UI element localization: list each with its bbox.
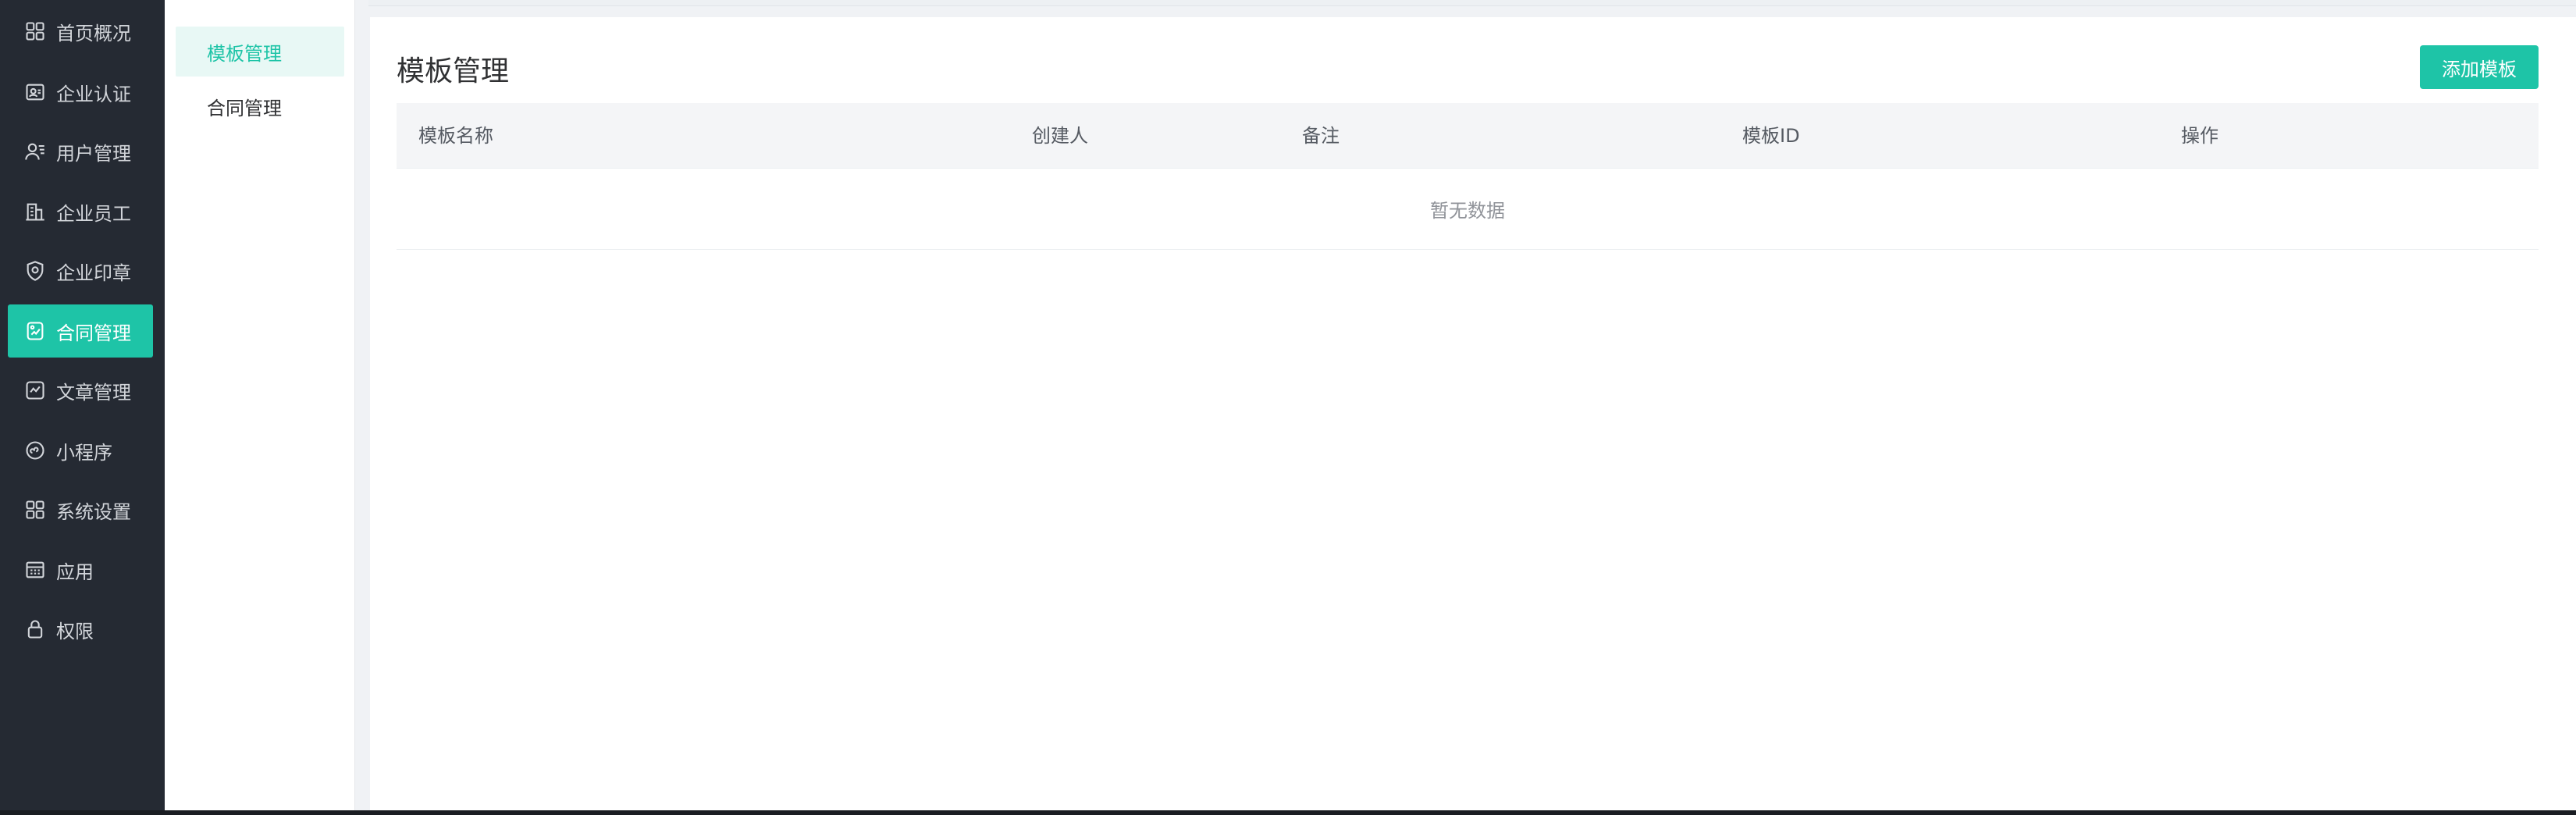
sidebar-item-label: 权限: [56, 620, 94, 642]
dashboard-icon: [23, 20, 47, 43]
sidebar-item-label: 企业印章: [56, 262, 131, 284]
mini-program-icon: [23, 439, 47, 462]
secondary-menu: 模板管理 合同管理: [165, 0, 355, 810]
article-icon: [23, 379, 47, 402]
sidebar-item-system-settings[interactable]: 系统设置: [8, 483, 153, 536]
sidebar-item-apps[interactable]: 应用: [8, 543, 153, 596]
sidebar-item-label: 文章管理: [56, 381, 131, 404]
column-header-template-id[interactable]: 模板ID: [1742, 103, 1800, 169]
id-card-icon: [23, 80, 47, 104]
table-empty-state: 暂无数据: [397, 169, 2539, 250]
window-bottom-edge: [0, 810, 2576, 815]
contract-icon: [23, 319, 47, 343]
sidebar-item-label: 小程序: [56, 441, 112, 464]
sidebar-item-label: 用户管理: [56, 142, 131, 165]
column-header-remark[interactable]: 备注: [1302, 103, 1340, 169]
sidebar-item-label: 系统设置: [56, 500, 131, 523]
sidebar-item-label: 首页概况: [56, 22, 131, 44]
sidebar-item-enterprise-auth[interactable]: 企业认证: [8, 66, 153, 119]
user-list-icon: [23, 140, 47, 163]
sidebar-item-articles[interactable]: 文章管理: [8, 364, 153, 417]
sidebar-item-label: 企业员工: [56, 202, 131, 225]
lock-icon: [23, 617, 47, 641]
sidebar-item-label: 企业认证: [56, 83, 131, 105]
main-panel: 模板管理 添加模板 模板名称 创建人 备注 模板ID 操作 暂无数据: [370, 17, 2576, 810]
add-template-button[interactable]: 添加模板: [2420, 45, 2539, 89]
sidebar-item-contracts[interactable]: 合同管理: [8, 304, 153, 358]
sidebar-item-mini-program[interactable]: 小程序: [8, 424, 153, 477]
column-header-creator[interactable]: 创建人: [1032, 103, 1088, 169]
shield-stamp-icon: [23, 259, 47, 283]
empty-text: 暂无数据: [1430, 200, 1505, 222]
sidebar-item-employees[interactable]: 企业员工: [8, 185, 153, 238]
top-bar: [368, 0, 2576, 6]
column-header-template-name[interactable]: 模板名称: [418, 103, 493, 169]
submenu-item-template-management[interactable]: 模板管理: [176, 27, 344, 77]
template-table: 模板名称 创建人 备注 模板ID 操作 暂无数据: [397, 103, 2539, 250]
apps-icon: [23, 558, 47, 582]
submenu-item-label: 合同管理: [207, 97, 282, 119]
sidebar-item-label: 应用: [56, 561, 94, 583]
grid-settings-icon: [23, 498, 47, 521]
page-title: 模板管理: [397, 55, 510, 87]
sidebar-item-seal[interactable]: 企业印章: [8, 244, 153, 297]
column-header-actions[interactable]: 操作: [2181, 103, 2218, 169]
sidebar-item-dashboard[interactable]: 首页概况: [8, 5, 153, 58]
app-root: 首页概况 企业认证 用户管理 企业员工 企业印章 合同管理 文章管理 小程序 系…: [0, 0, 2576, 815]
sidebar-item-user-management[interactable]: 用户管理: [8, 125, 153, 178]
table-header: 模板名称 创建人 备注 模板ID 操作: [397, 103, 2539, 169]
sidebar-item-label: 合同管理: [56, 322, 131, 344]
primary-sidebar: 首页概况 企业认证 用户管理 企业员工 企业印章 合同管理 文章管理 小程序 系…: [0, 0, 165, 810]
submenu-item-contract-management[interactable]: 合同管理: [176, 81, 344, 131]
content-gutter: [355, 0, 368, 810]
building-icon: [23, 200, 47, 223]
submenu-item-label: 模板管理: [207, 42, 282, 65]
sidebar-item-permissions[interactable]: 权限: [8, 603, 153, 656]
